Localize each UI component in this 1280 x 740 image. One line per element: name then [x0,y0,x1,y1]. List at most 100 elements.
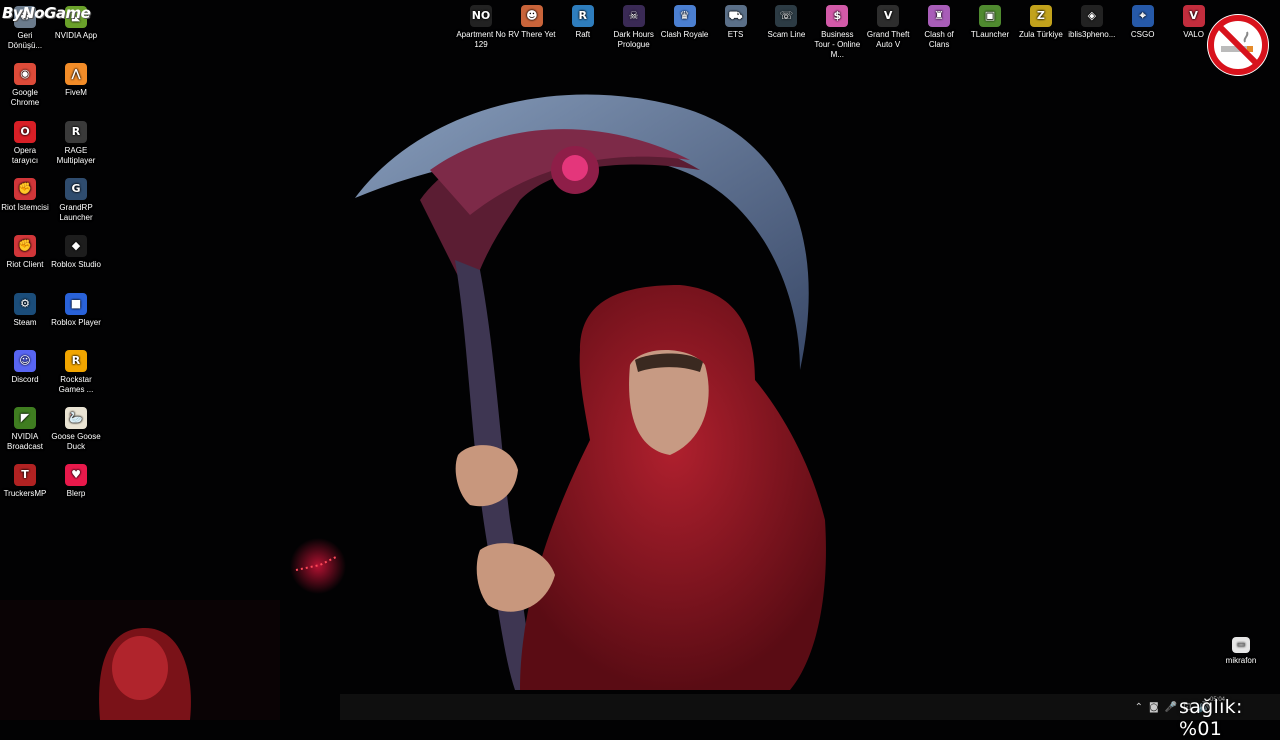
desktop-icon-rockstar[interactable]: R Rockstar Games ... [51,349,101,395]
riot-client-2-icon: ✊ [14,235,36,258]
desktop-icon-clash-of-clans[interactable]: ♜ Clash of Clans [914,5,964,50]
ets-icon: ⛟ [724,5,747,27]
desktop-icon-label: Geri Dönüşü... [7,31,43,50]
nvidia-broadcast-icon: ◤ [14,407,36,430]
microphone-file-icon: ▭ [1232,637,1250,653]
business-tour-icon: $ [826,5,849,27]
brand-logo-text: ByNoGame [2,4,91,22]
desktop-icon-label: mikrafon [1225,656,1257,665]
desktop-icon-label: RAGE Multiplayer [56,145,96,165]
camera-icon[interactable]: ◙ [1149,702,1159,713]
gta5-icon: V [877,5,900,27]
desktop-icon-label: Scam Line [767,30,806,39]
desktop-icon-label: Goose Goose Duck [51,432,101,452]
desktop-icon-label: NVIDIA Broadcast [6,432,44,452]
desktop-icon-apartment-game[interactable]: NO Apartment No 129 [456,5,506,50]
desktop-icon-raft[interactable]: R Raft [558,5,608,40]
desktop-icon-csgo[interactable]: ⌖ CSGO [1118,5,1168,40]
desktop-wallpaper [0,0,1280,720]
desktop-icon-nvidia-broadcast[interactable]: ◤ NVIDIA Broadcast [0,407,50,452]
desktop-icon-opera[interactable]: O Opera tarayıcı [0,120,50,166]
goose-duck-icon: 🦢 [65,407,87,430]
grandrp-icon: G [65,177,87,200]
rv-there-yet-icon: ☻ [520,5,543,27]
desktop-icon-label: Grand Theft Auto V [866,30,910,49]
desktop-icon-label: FiveM [65,88,87,98]
desktop-icon-label: CSGO [1130,30,1155,39]
truckersmp-icon: T [14,464,36,487]
desktop-icon-label: Clash of Clans [924,30,954,49]
no-smoking-icon [1207,14,1269,76]
desktop-icon-label: Raft [575,30,591,39]
scam-line-icon: ☏ [775,5,798,27]
desktop-icon-truckersmp[interactable]: T TruckersMP [0,464,50,499]
chevron-up-icon[interactable]: ⌃ [1135,702,1143,713]
desktop-icon-label: Apartment No 129 [456,30,506,49]
desktop-icon-clash-royale[interactable]: ♛ Clash Royale [660,5,710,40]
desktop-icon-discord[interactable]: ☺ Discord [0,349,50,385]
desktop-icon-label: RV There Yet [508,30,556,39]
desktop-icon-rv-there-yet[interactable]: ☻ RV There Yet [507,5,557,40]
desktop-icon-goose-duck[interactable]: 🦢 Goose Goose Duck [51,407,101,452]
valorant-icon: V [1182,5,1205,27]
desktop-icon-label: Clash Royale [660,30,709,39]
iblis-icon: ◈ [1080,5,1103,27]
desktop-icon-steam[interactable]: ⚙ Steam [0,292,50,328]
desktop-icon-riot-client[interactable]: ✊ Riot İstemcisi [0,177,50,213]
rage-mp-icon: R [65,120,87,143]
raft-icon: R [571,5,594,27]
desktop-icon-iblis[interactable]: ◈ iblis3pheno... [1067,5,1117,40]
tlauncher-icon: ▣ [979,5,1001,27]
desktop-icon-mikrafon[interactable]: ▭ mikrafon [1216,637,1266,666]
apartment-game-icon: NO [470,5,492,27]
desktop-icon-tlauncher[interactable]: ▣ TLauncher [965,5,1015,40]
desktop-icon-business-tour[interactable]: $ Business Tour - Online M... [812,5,862,60]
desktop-icon-riot-client-2[interactable]: ✊ Riot Client [0,235,50,270]
desktop-icon-roblox-player[interactable]: ■ Roblox Player [51,292,101,328]
desktop-icon-label: Google Chrome [10,88,40,108]
desktop-icon-scam-line[interactable]: ☏ Scam Line [761,5,811,40]
chrome-icon: ◉ [14,63,36,86]
desktop-icon-label: NVIDIA App [54,31,98,40]
roblox-player-icon: ■ [65,292,87,315]
riot-client-icon: ✊ [14,177,36,200]
blerp-icon: ♥ [65,464,87,487]
desktop-icon-label: Roblox Player [51,317,101,327]
desktop-icon-ets[interactable]: ⛟ ETS [711,5,761,40]
desktop-icon-rage-mp[interactable]: R RAGE Multiplayer [51,120,101,166]
desktop-icon-label: Rockstar Games ... [58,374,94,394]
fivem-icon: ⋀ [65,63,87,86]
desktop-icon-label: TruckersMP [3,489,47,499]
desktop-icon-dark-hours[interactable]: ☠ Dark Hours Prologue [609,5,659,50]
desktop-icon-blerp[interactable]: ♥ Blerp [51,464,101,499]
desktop-icon-gta5[interactable]: V Grand Theft Auto V [863,5,913,50]
dark-hours-icon: ☠ [622,5,645,27]
microphone-icon[interactable]: 🎤 [1165,702,1177,713]
desktop-icon-label: ETS [727,30,744,39]
taskbar: ⌃ ◙ 🎤 ⊡ 🔊 [340,694,1280,720]
desktop-icon-label: Steam [13,317,37,327]
desktop-icon-label: Discord [11,374,39,384]
desktop-icon-chrome[interactable]: ◉ Google Chrome [0,63,50,108]
roblox-studio-icon: ◆ [65,235,87,258]
desktop-icon-grandrp[interactable]: G GrandRP Launcher [51,177,101,223]
steam-icon: ⚙ [14,292,36,315]
desktop-icon-label: Roblox Studio [51,260,101,270]
desktop-icon-label: Business Tour - Online M... [814,30,861,59]
desktop-icon-fivem[interactable]: ⋀ FiveM [51,63,101,98]
desktop-icon-label: iblis3pheno... [1068,30,1116,39]
desktop-icon-label: Riot Client [6,260,44,270]
discord-icon: ☺ [14,349,36,372]
rockstar-icon: R [65,349,87,372]
desktop-icon-zula[interactable]: Z Zula Türkiye [1016,5,1066,40]
desktop-icon-label: Riot İstemcisi [1,202,49,212]
desktop-icon-roblox-studio[interactable]: ◆ Roblox Studio [51,235,101,270]
clash-of-clans-icon: ♜ [928,5,951,27]
desktop-icon-label: Opera tarayıcı [11,145,39,165]
health-overlay-text: sağlık: %01 [1179,696,1243,740]
desktop-icon-label: TLauncher [970,30,1010,39]
desktop-icon-label: Dark Hours Prologue [613,30,654,49]
desktop-icon-label: GrandRP Launcher [59,202,93,222]
csgo-icon: ⌖ [1131,5,1154,27]
opera-icon: O [14,120,36,143]
